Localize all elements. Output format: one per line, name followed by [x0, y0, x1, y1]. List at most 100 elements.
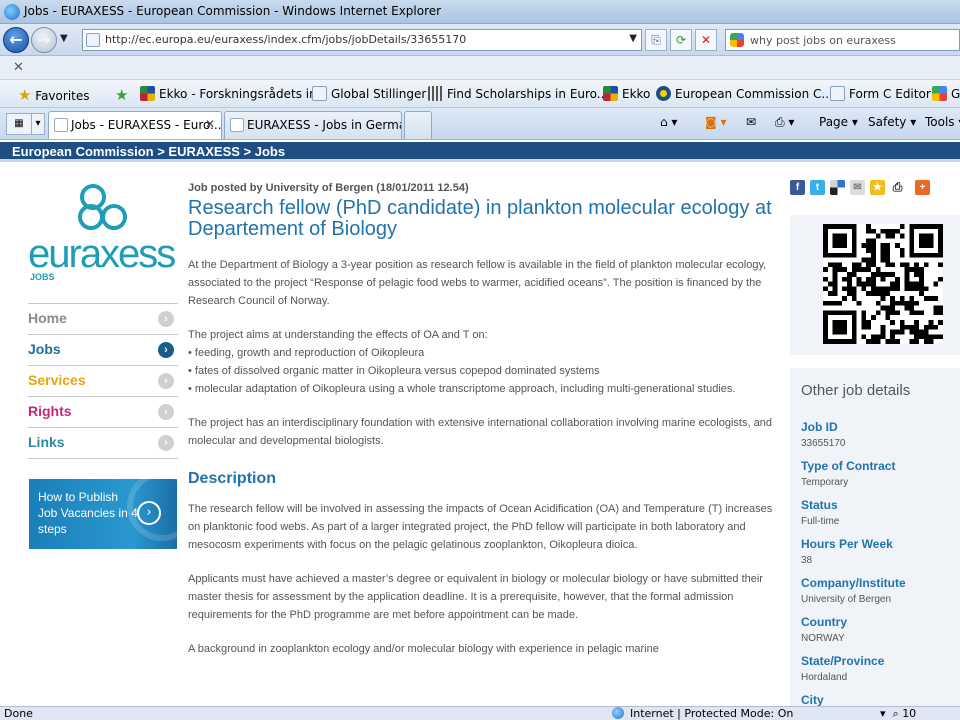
addthis-icon[interactable]: +: [915, 180, 930, 195]
status-text: Done: [4, 707, 33, 720]
chevron-right-icon: ›: [158, 435, 174, 451]
toolbar-close-row: ✕: [0, 56, 960, 80]
close-icon[interactable]: ✕: [13, 60, 24, 75]
refresh-button[interactable]: ⟳: [670, 29, 692, 51]
favorite-item-global-stillinger[interactable]: Global Stillinger: [312, 86, 426, 101]
compatibility-view-button[interactable]: ⎘: [645, 29, 667, 51]
back-button[interactable]: ←: [3, 27, 29, 53]
facebook-icon[interactable]: f: [790, 180, 805, 195]
favorite-label: Form C Editor: [849, 87, 931, 101]
window-title: Jobs - EURAXESS - European Commission - …: [24, 4, 442, 18]
favorite-label: Global Stillinger: [331, 87, 427, 101]
favorite-item-find-scholarships[interactable]: Find Scholarships in Euro...: [428, 86, 608, 101]
nav-label: Links: [28, 434, 65, 450]
nav-label: Jobs: [28, 341, 61, 357]
stop-button[interactable]: ✕: [695, 29, 717, 51]
job-title: Research fellow (PhD candidate) in plank…: [188, 197, 772, 240]
favorite-item-ekko-forskning[interactable]: Ekko - Forskningsrådets in...: [140, 86, 328, 101]
print-button[interactable]: ⎙ ▾: [775, 115, 794, 130]
new-tab-button[interactable]: [404, 111, 432, 139]
aims-line: • molecular adaptation of Oikopleura usi…: [188, 383, 736, 395]
banner-text: How to Publish Job Vacancies in 4 steps: [38, 490, 138, 536]
address-url: http://ec.europa.eu/euraxess/index.cfm/j…: [105, 33, 467, 46]
detail-key-city: City: [801, 693, 824, 706]
feeds-button[interactable]: ◙ ▾: [705, 115, 726, 129]
status-bar: Done Internet | Protected Mode: On ▾ ⌕ 1…: [0, 706, 960, 720]
twitter-icon[interactable]: t: [810, 180, 825, 195]
logo-wordmark: euraxess: [28, 232, 176, 276]
address-field[interactable]: http://ec.europa.eu/euraxess/index.cfm/j…: [82, 29, 642, 51]
favorites-button[interactable]: ★ Favorites: [18, 86, 90, 104]
page-favicon-icon: [86, 33, 100, 47]
page-menu[interactable]: Page ▾: [819, 115, 858, 129]
description-paragraph: The research fellow will be involved in …: [188, 500, 778, 554]
zoom-control[interactable]: ▾ ⌕ 10: [880, 707, 916, 720]
description-text: The research fellow will be involved in …: [188, 503, 773, 551]
tab-jobs-euraxess[interactable]: Jobs - EURAXESS - Euro... ✕: [48, 111, 222, 139]
favorite-label: Find Scholarships in Euro...: [447, 87, 609, 101]
tab-list-dropdown[interactable]: ▾: [31, 113, 45, 135]
tab-euraxess-germany[interactable]: EURAXESS - Jobs in Germa...: [224, 111, 402, 139]
detail-value-country: NORWAY: [801, 633, 845, 644]
breadcrumb[interactable]: European Commission > EURAXESS > Jobs: [12, 144, 285, 159]
email-icon[interactable]: ✉: [850, 180, 865, 195]
print-icon[interactable]: ⎙: [890, 180, 905, 195]
nav-item-services[interactable]: Services ›: [28, 365, 178, 396]
delicious-icon[interactable]: [830, 180, 845, 195]
add-to-favorites-bar-icon[interactable]: ★: [115, 86, 128, 104]
intro-paragraph: At the Department of Biology a 3-year po…: [188, 259, 767, 307]
favorites-label: Favorites: [35, 89, 90, 103]
favorites-bar: ★ Favorites ★ Ekko - Forskningsrådets in…: [0, 80, 960, 108]
nav-label: Services: [28, 372, 86, 388]
banner-arrow-icon: ›: [137, 501, 161, 525]
close-tab-icon[interactable]: ✕: [205, 117, 215, 131]
other-job-details: Other job details Job ID 33655170 Type o…: [790, 368, 960, 706]
safety-menu[interactable]: Safety ▾: [868, 115, 916, 129]
tab-label: EURAXESS - Jobs in Germa...: [247, 118, 402, 132]
job-posted-by: Job posted by University of Bergen (18/0…: [188, 182, 469, 194]
description-paragraph: Applicants must have achieved a master’s…: [188, 570, 778, 624]
euraxess-logo[interactable]: euraxess JOBS: [28, 180, 178, 290]
address-dropdown-icon[interactable]: ▼: [629, 33, 637, 44]
description-text: A background in zooplankton ecology and/…: [188, 643, 659, 655]
detail-key-country: Country: [801, 615, 847, 629]
job-main-content: Job posted by University of Bergen (18/0…: [188, 182, 778, 658]
favorite-item-form-c-editor[interactable]: Form C Editor: [830, 86, 931, 101]
job-intro: At the Department of Biology a 3-year po…: [188, 256, 778, 310]
nav-item-rights[interactable]: Rights ›: [28, 396, 178, 427]
chevron-right-icon: ›: [158, 404, 174, 420]
bookmark-star-icon[interactable]: ★: [870, 180, 885, 195]
page-favicon-icon: [230, 118, 244, 132]
security-zone[interactable]: Internet | Protected Mode: On: [612, 707, 793, 720]
browser-window: Jobs - EURAXESS - European Commission - …: [0, 0, 960, 720]
google-icon: [730, 33, 744, 47]
google-icon: [932, 86, 947, 101]
home-button[interactable]: ⌂ ▾: [660, 115, 677, 129]
address-bar-row: ← → ▼ http://ec.europa.eu/euraxess/index…: [0, 24, 960, 56]
publish-vacancies-banner[interactable]: How to Publish Job Vacancies in 4 steps …: [29, 479, 177, 549]
favorite-item-ekko[interactable]: Ekko: [603, 86, 650, 101]
detail-key-contract: Type of Contract: [801, 459, 896, 473]
aims-line: • fates of dissolved organic matter in O…: [188, 365, 600, 377]
nav-item-home[interactable]: Home ›: [28, 303, 178, 334]
favorite-item-european-commission[interactable]: European Commission C...: [656, 86, 833, 101]
favorites-star-icon: ★: [18, 86, 32, 104]
description-text: Applicants must have achieved a master’s…: [188, 573, 763, 621]
forward-button[interactable]: →: [31, 27, 57, 53]
breadcrumb-bar: European Commission > EURAXESS > Jobs: [0, 142, 960, 162]
zoom-icon: ⌕: [892, 707, 899, 720]
nav-item-links[interactable]: Links ›: [28, 427, 178, 458]
detail-key-hours: Hours Per Week: [801, 537, 893, 551]
read-mail-button[interactable]: ✉: [746, 115, 756, 129]
detail-value-job-id: 33655170: [801, 438, 846, 449]
recent-pages-dropdown[interactable]: ▼: [60, 33, 68, 44]
aims-line: The project aims at understanding the ef…: [188, 329, 488, 341]
search-box[interactable]: why post jobs on euraxess: [725, 29, 960, 51]
search-input[interactable]: why post jobs on euraxess: [750, 34, 896, 47]
favorite-item-google[interactable]: G: [932, 86, 960, 101]
nav-item-jobs[interactable]: Jobs ›: [28, 334, 178, 365]
tools-menu[interactable]: Tools ▾: [925, 115, 960, 129]
safety-menu-label: Safety: [868, 115, 907, 129]
quick-tabs-button[interactable]: ▦: [6, 113, 32, 135]
nav-label: Rights: [28, 403, 72, 419]
